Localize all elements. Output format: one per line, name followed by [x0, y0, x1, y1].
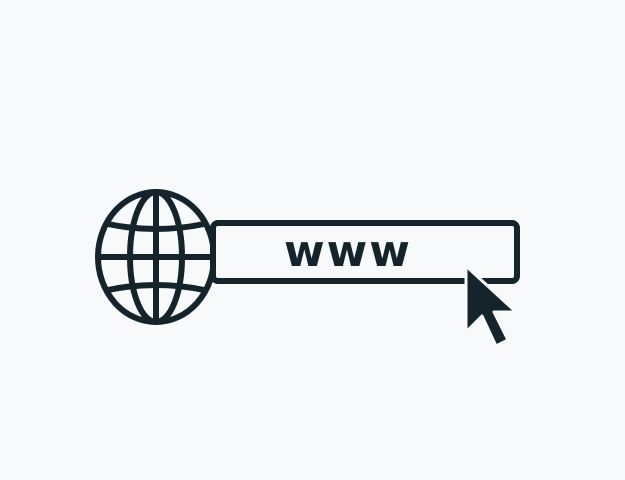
web-address-illustration: www — [0, 0, 625, 480]
globe-icon — [95, 189, 217, 325]
address-text: www — [284, 226, 412, 277]
mouse-pointer-icon — [464, 264, 518, 348]
